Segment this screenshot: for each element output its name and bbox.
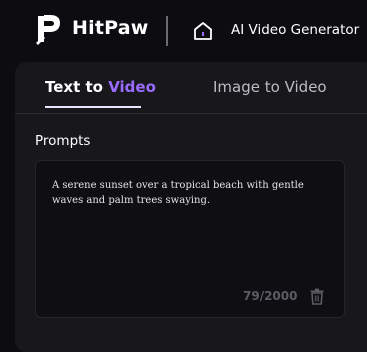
home-icon[interactable]: [191, 19, 215, 43]
prompt-input-box[interactable]: A serene sunset over a tropical beach wi…: [35, 160, 345, 318]
tab-image-to-video[interactable]: Image to Video: [213, 78, 327, 96]
character-count: 79/2000: [243, 289, 298, 303]
header-divider: [166, 16, 168, 46]
trash-icon[interactable]: [309, 288, 325, 305]
app-title: AI Video Generator: [231, 22, 360, 38]
tabs-divider: [15, 113, 367, 114]
tab-text-to-video[interactable]: Text to Video: [45, 78, 156, 96]
brand-name[interactable]: HitPaw: [72, 17, 149, 39]
hitpaw-logo-icon[interactable]: [34, 12, 62, 46]
prompt-input[interactable]: A serene sunset over a tropical beach wi…: [52, 178, 332, 218]
tab-text-to-video-label: Text to: [45, 78, 109, 96]
tab-text-to-video-accent: Video: [108, 78, 156, 96]
prompts-label: Prompts: [35, 133, 91, 149]
app-header: HitPaw AI Video Generator: [0, 0, 367, 62]
active-tab-indicator: [45, 106, 141, 108]
